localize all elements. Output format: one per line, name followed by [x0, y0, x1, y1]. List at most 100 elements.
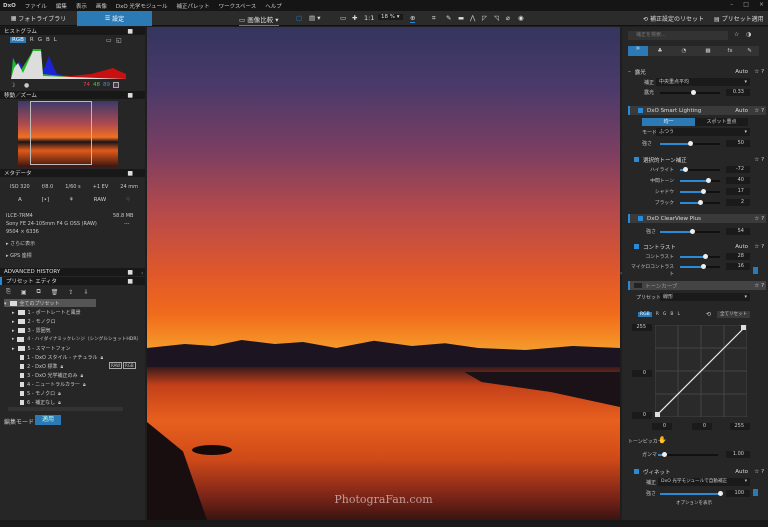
exposure-mode-select[interactable]: 中央重点平均 ▾ — [656, 78, 750, 86]
channel-g[interactable]: G — [663, 312, 667, 317]
navigator-viewport[interactable] — [30, 101, 92, 165]
tone-value[interactable]: 28 — [726, 253, 750, 260]
enable-checkbox[interactable] — [634, 469, 639, 474]
mask-icon[interactable]: ◹ — [494, 14, 499, 22]
slider-handle[interactable] — [717, 491, 723, 496]
help-icon[interactable]: ☆ ? — [754, 157, 764, 163]
smart-lighting-section[interactable]: DxO Smart Lighting Auto ☆ ? — [628, 106, 766, 115]
channel-b[interactable]: B — [670, 312, 673, 317]
exposure-value[interactable]: 0.33 — [726, 89, 750, 96]
channel-l[interactable]: L — [677, 312, 680, 317]
monitor-icon[interactable]: ▭ — [106, 37, 112, 44]
preset-folder[interactable]: ▸ 4 - ハイダイナミックレンジ（シングルショットHDR） — [12, 336, 141, 342]
close-icon[interactable]: ■ — [127, 28, 133, 35]
preset-folder[interactable]: ▸ 1 - ポートレートと風景 — [12, 309, 81, 317]
reset-all-button[interactable]: 全てリセット — [717, 311, 750, 318]
tone-value[interactable]: 17 — [726, 188, 750, 195]
menu-image[interactable]: 画像 — [96, 2, 107, 10]
horizontal-scrollbar[interactable] — [8, 407, 123, 411]
strength-value[interactable]: 50 — [726, 140, 750, 147]
tone-slider[interactable] — [680, 200, 720, 205]
eyedropper-icon[interactable]: ✎ — [446, 14, 451, 22]
menu-help[interactable]: ヘルプ — [265, 2, 282, 10]
output-mid[interactable]: 0 — [632, 370, 652, 377]
tone-value[interactable]: 16 — [726, 263, 750, 270]
preset-item[interactable]: 5 - モノクロ 🔒︎ — [20, 390, 61, 397]
menu-workspace[interactable]: ワークスペース — [219, 2, 257, 10]
apply-preset-button[interactable]: ▤ プリセット適用 — [714, 14, 764, 23]
auto-button[interactable]: Auto — [735, 469, 748, 475]
vignette-section[interactable]: ヴィネット Auto ☆ ? — [628, 467, 766, 476]
eye-icon[interactable]: ◉ — [518, 14, 524, 22]
fit-icon[interactable]: ▭ — [340, 14, 346, 22]
tone-value[interactable]: 2 — [726, 199, 750, 206]
help-icon[interactable]: ☆ ? — [754, 283, 764, 289]
help-icon[interactable]: ☆ ? — [754, 216, 764, 222]
reset-button[interactable]: ⟲ 補正設定のリセット — [643, 14, 704, 23]
input-mid[interactable]: 0 — [692, 423, 712, 430]
preset-item[interactable]: 3 - DxO 光学補正のみ 🔒︎ — [20, 372, 83, 379]
preset-folder[interactable]: ▸ 2 - モノクロ — [12, 318, 56, 326]
tone-slider[interactable] — [680, 264, 720, 269]
slider-handle[interactable] — [697, 200, 703, 205]
channel-l[interactable]: L — [54, 37, 57, 43]
slider-handle[interactable] — [700, 264, 706, 269]
light-icon[interactable]: ☼ — [628, 46, 648, 56]
enable-checkbox[interactable] — [634, 244, 639, 249]
output-max[interactable]: 255 — [632, 324, 652, 331]
exposure-section[interactable]: – 露光 Auto ☆ ? — [628, 67, 766, 76]
local-adjust-icon[interactable]: ◸ — [482, 14, 487, 22]
preset-folder[interactable]: ▸ 5 - スマートフォン — [12, 345, 71, 353]
clearview-section[interactable]: DxO ClearView Plus ☆ ? — [628, 214, 766, 223]
crop-icon[interactable]: ⌗ — [432, 14, 436, 23]
tone-curve-section[interactable]: トーンカーブ ☆ ? — [628, 281, 766, 290]
tab-customize[interactable]: ☰ 設定 — [77, 11, 152, 26]
preset-item[interactable]: 1 - DxO スタイル - ナチュラル 🔒︎ — [20, 354, 103, 361]
tone-slider[interactable] — [680, 189, 720, 194]
help-icon[interactable]: ☆ ? — [754, 108, 764, 114]
mask-toggle-icon[interactable] — [753, 267, 758, 274]
hand-icon[interactable]: ✚ — [352, 14, 357, 22]
maximize-icon[interactable]: □ — [743, 1, 749, 8]
image-viewer[interactable]: PhotograFan.com — [147, 27, 620, 520]
zoom-1to1-button[interactable]: 1:1 — [364, 14, 374, 22]
close-icon[interactable]: ■ — [127, 278, 133, 285]
undo-icon[interactable]: ⟲ — [706, 311, 711, 318]
navigator-thumbnail[interactable] — [18, 101, 118, 167]
help-icon[interactable]: ☆ ? — [754, 244, 764, 250]
close-icon[interactable]: × — [759, 1, 764, 8]
clearview-slider[interactable] — [660, 229, 720, 234]
color-icon[interactable]: ♣ — [648, 48, 672, 54]
channel-rgb[interactable]: RGB — [638, 312, 652, 317]
enable-checkbox[interactable] — [638, 216, 643, 221]
curve-preset-select[interactable]: 線形 ▾ — [660, 293, 750, 301]
show-more[interactable]: ▸ さらに表示 — [6, 240, 35, 247]
menu-edit[interactable]: 編集 — [56, 2, 67, 10]
zoom-select[interactable]: 18 % ▾ — [378, 14, 403, 20]
minimize-icon[interactable]: – — [730, 1, 733, 8]
smart-lighting-mode-select[interactable]: ふつう ▾ — [656, 128, 750, 136]
preset-root[interactable]: ▾ 全てのプリセット — [4, 300, 60, 308]
enable-checkbox[interactable] — [638, 108, 643, 113]
menu-palettes[interactable]: 補正パレット — [177, 2, 210, 10]
vignette-slider[interactable] — [660, 491, 723, 496]
preset-folder[interactable]: ▸ 3 - 雰囲気 — [12, 327, 51, 335]
delete-icon[interactable]: 🗑 — [51, 289, 59, 296]
menu-view[interactable]: 表示 — [76, 2, 87, 10]
menu-file[interactable]: ファイル — [25, 2, 47, 10]
apply-button[interactable]: 適用 — [35, 415, 61, 425]
output-min[interactable]: 0 — [632, 412, 652, 419]
import-icon[interactable]: ⇩ — [83, 289, 88, 296]
toggle-icon[interactable]: ◑ — [746, 31, 751, 38]
perspective-icon[interactable]: ⋀ — [470, 14, 475, 22]
gps-section[interactable]: ▸ GPS 座標 — [6, 252, 32, 259]
help-icon[interactable]: ☆ ? — [754, 469, 764, 475]
slider-handle[interactable] — [690, 90, 696, 95]
enable-checkbox[interactable] — [634, 157, 639, 162]
auto-button[interactable]: Auto — [735, 244, 748, 250]
menu-optics[interactable]: DxO 光学モジュール — [116, 2, 168, 10]
vignette-value[interactable]: 100 — [726, 490, 750, 497]
slider-handle[interactable] — [687, 141, 693, 146]
auto-button[interactable]: Auto — [735, 69, 748, 75]
exposure-slider[interactable] — [660, 90, 720, 95]
